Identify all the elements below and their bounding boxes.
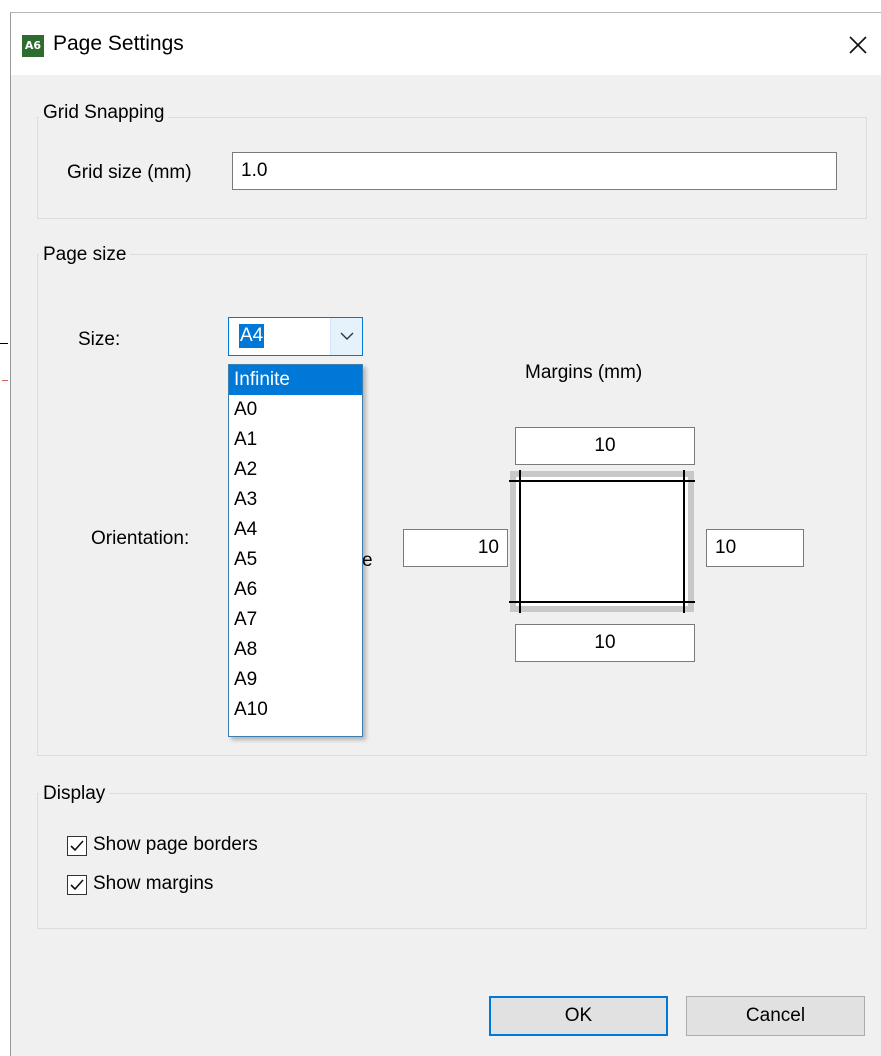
size-option-infinite[interactable]: Infinite <box>229 365 362 395</box>
close-icon <box>849 36 867 54</box>
app-icon: A6 <box>22 35 44 57</box>
grid-size-label: Grid size (mm) <box>67 162 192 183</box>
page-size-group <box>37 254 867 756</box>
page-settings-dialog: A6 Page Settings Grid Snapping Grid size… <box>10 12 881 1056</box>
orientation-partial-text: e <box>362 550 373 571</box>
size-combobox-value: A4 <box>239 324 265 348</box>
close-button[interactable] <box>835 25 881 65</box>
size-option-a4[interactable]: A4 <box>229 515 362 545</box>
size-option-a9[interactable]: A9 <box>229 665 362 695</box>
margin-preview <box>509 470 695 613</box>
size-option-a2[interactable]: A2 <box>229 455 362 485</box>
size-option-a7[interactable]: A7 <box>229 605 362 635</box>
size-option-a1[interactable]: A1 <box>229 425 362 455</box>
margin-right-input[interactable]: 10 <box>706 529 804 567</box>
margins-label: Margins (mm) <box>525 362 643 383</box>
display-group <box>37 793 867 929</box>
dialog-title: Page Settings <box>53 32 184 55</box>
size-combobox[interactable]: A4 <box>228 317 363 356</box>
checkmark-icon <box>70 840 84 852</box>
size-dropdown-button[interactable] <box>330 318 362 355</box>
show-margins-label[interactable]: Show margins <box>93 873 213 895</box>
size-dropdown-list: Infinite A0 A1 A2 A3 A4 A5 A6 A7 A8 A9 A… <box>228 364 363 737</box>
size-option-a0[interactable]: A0 <box>229 395 362 425</box>
page-size-label: Page size <box>39 244 131 266</box>
size-option-a8[interactable]: A8 <box>229 635 362 665</box>
ok-button[interactable]: OK <box>489 996 668 1036</box>
checkmark-icon <box>70 879 84 891</box>
size-option-a5[interactable]: A5 <box>229 545 362 575</box>
size-option-a3[interactable]: A3 <box>229 485 362 515</box>
background-window-edge-2 <box>2 380 8 381</box>
margin-top-input[interactable]: 10 <box>515 427 695 465</box>
size-option-a6[interactable]: A6 <box>229 575 362 605</box>
show-page-borders-checkbox[interactable] <box>67 836 87 856</box>
show-margins-checkbox[interactable] <box>67 875 87 895</box>
chevron-down-icon <box>340 332 354 340</box>
display-label: Display <box>39 783 110 805</box>
cancel-button[interactable]: Cancel <box>686 996 865 1036</box>
grid-size-input[interactable]: 1.0 <box>232 152 837 190</box>
grid-snapping-label: Grid Snapping <box>39 102 169 124</box>
title-bar: A6 Page Settings <box>11 13 881 75</box>
size-option-a10[interactable]: A10 <box>229 695 362 725</box>
orientation-label: Orientation: <box>91 528 190 549</box>
size-label: Size: <box>78 329 121 350</box>
margin-bottom-input[interactable]: 10 <box>515 624 695 662</box>
background-window-edge <box>0 343 8 344</box>
margin-left-input[interactable]: 10 <box>403 529 508 567</box>
show-page-borders-label[interactable]: Show page borders <box>93 834 258 856</box>
